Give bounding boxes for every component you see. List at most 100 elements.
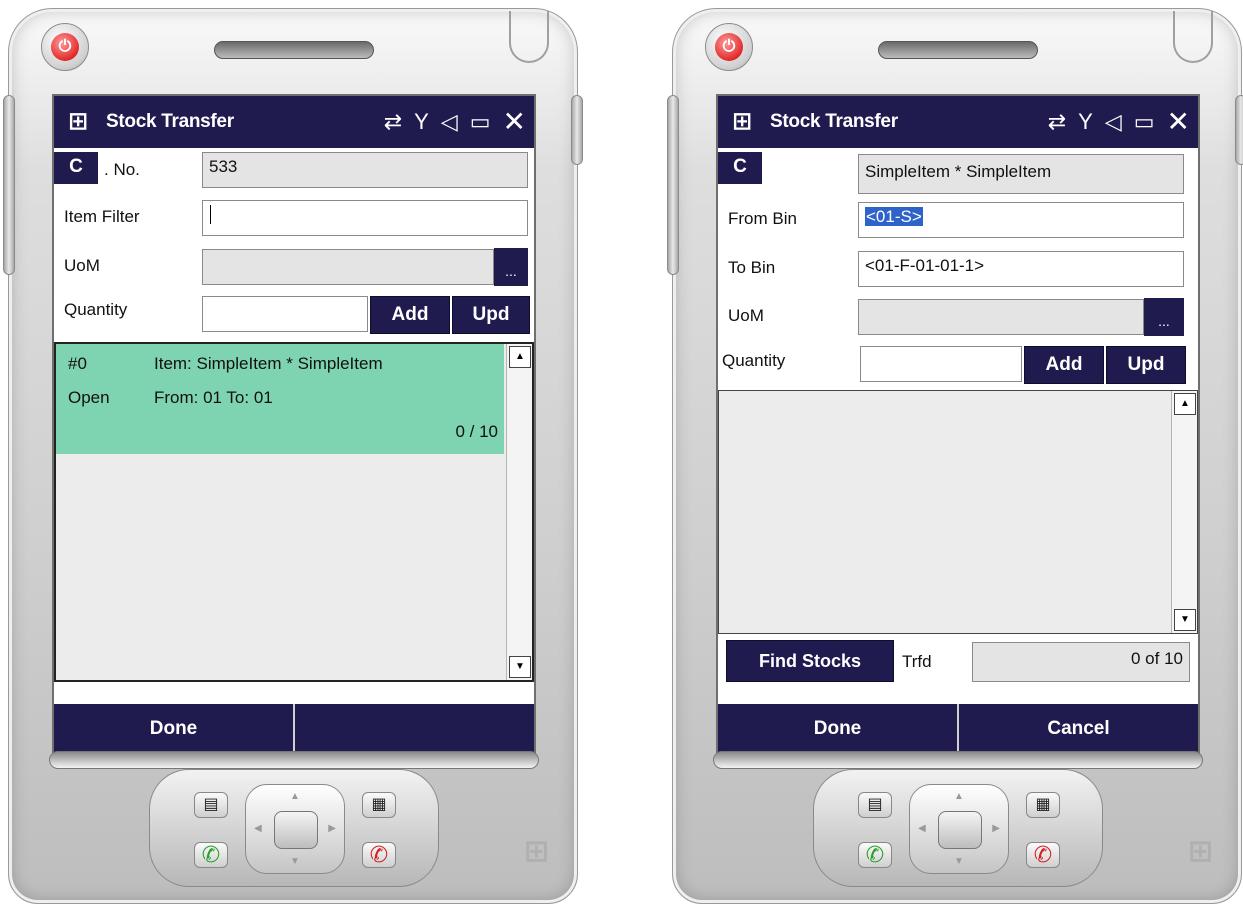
side-button[interactable] [3, 95, 15, 275]
battery-icon[interactable]: ▭ [1134, 110, 1155, 134]
dpad-center-button[interactable] [274, 811, 318, 849]
windows-logo-icon: ⊞ [523, 835, 549, 868]
windows-logo-icon: ⊞ [1187, 835, 1213, 868]
c-button[interactable]: C [54, 152, 98, 184]
to-bin-input[interactable]: <01-F-01-01-1> [858, 251, 1184, 287]
cancel-softkey[interactable]: Cancel [957, 704, 1198, 754]
power-button[interactable]: ⏻ [705, 23, 753, 71]
done-softkey[interactable]: Done [54, 704, 293, 754]
c-button[interactable]: C [718, 152, 762, 184]
dpad-left-icon[interactable]: ◀ [254, 823, 262, 834]
app-title: Stock Transfer [106, 111, 234, 132]
speaker-grille [214, 41, 374, 59]
quantity-input[interactable] [860, 346, 1022, 382]
list-item-name: Item: SimpleItem * SimpleItem [154, 354, 383, 373]
dpad[interactable]: ▲ ▼ ◀ ▶ [909, 784, 1009, 874]
call-key-icon[interactable]: ✆ [194, 842, 228, 868]
dpad-right-icon[interactable]: ▶ [328, 823, 336, 834]
signal-off-icon[interactable]: Y [414, 110, 429, 134]
call-key-icon[interactable]: ✆ [858, 842, 892, 868]
side-button[interactable] [667, 95, 679, 275]
trfd-label: Trfd [902, 652, 932, 671]
dpad-down-icon[interactable]: ▼ [954, 856, 964, 867]
volume-icon[interactable]: ◁ [441, 110, 458, 134]
title-bar: ⊞ Stock Transfer ⇄ Y ◁ ▭ ✕ [718, 96, 1198, 148]
speaker-grille [878, 41, 1038, 59]
screen-ledge [713, 751, 1203, 769]
volume-icon[interactable]: ◁ [1105, 110, 1122, 134]
doc-no-label: . No. [104, 160, 140, 179]
hardware-keypad: ▤ ▦ ✆ ✆ ▲ ▼ ◀ ▶ [149, 769, 439, 887]
screen: ⊞ Stock Transfer ⇄ Y ◁ ▭ ✕ C SimpleItem … [716, 94, 1200, 756]
windows-start-icon[interactable]: ⊞ [728, 108, 756, 136]
quantity-label: Quantity [722, 351, 786, 370]
scroll-up-icon[interactable]: ▲ [1174, 393, 1196, 415]
dpad-up-icon[interactable]: ▲ [954, 791, 964, 802]
quantity-input[interactable] [202, 296, 368, 332]
uom-label: UoM [64, 256, 100, 275]
done-softkey[interactable]: Done [718, 704, 957, 754]
title-bar: ⊞ Stock Transfer ⇄ Y ◁ ▭ ✕ [54, 96, 534, 148]
list-item-status: Open [68, 388, 110, 407]
contacts-key-icon[interactable]: ▤ [858, 792, 892, 818]
close-icon[interactable]: ✕ [1167, 108, 1190, 136]
add-button[interactable]: Add [370, 296, 450, 334]
end-call-key-icon[interactable]: ✆ [362, 842, 396, 868]
from-bin-input[interactable]: <01-S> [858, 202, 1184, 238]
power-button[interactable]: ⏻ [41, 23, 89, 71]
uom-field [858, 299, 1144, 335]
to-bin-label: To Bin [728, 258, 776, 277]
sync-icon[interactable]: ⇄ [384, 110, 402, 134]
calendar-key-icon[interactable]: ▦ [1026, 792, 1060, 818]
scroll-up-icon[interactable]: ▲ [509, 346, 531, 368]
list-item[interactable]: #0 Item: SimpleItem * SimpleItem Open Fr… [56, 344, 504, 454]
scrollbar[interactable]: ▲ ▼ [506, 344, 532, 680]
side-button[interactable] [1235, 95, 1243, 165]
status-icons: ⇄ Y ◁ ▭ ✕ [384, 108, 526, 136]
dpad-up-icon[interactable]: ▲ [290, 791, 300, 802]
side-button[interactable] [571, 95, 583, 165]
upd-button[interactable]: Upd [452, 296, 530, 334]
end-call-key-icon[interactable]: ✆ [1026, 842, 1060, 868]
device-right: ⏻ ⊞ Stock Transfer ⇄ Y ◁ ▭ ✕ C SimpleIte… [667, 8, 1243, 904]
add-button[interactable]: Add [1024, 346, 1104, 384]
item-filter-input[interactable] [202, 200, 528, 236]
dpad-right-icon[interactable]: ▶ [992, 823, 1000, 834]
screen: ⊞ Stock Transfer ⇄ Y ◁ ▭ ✕ C . No. 533 I… [52, 94, 536, 756]
doc-no-field: 533 [202, 152, 528, 188]
transfer-list[interactable]: ▲ ▼ [718, 390, 1198, 634]
dpad-center-button[interactable] [938, 811, 982, 849]
softkey-bar: Done Cancel [718, 704, 1198, 754]
windows-start-icon[interactable]: ⊞ [64, 108, 92, 136]
from-bin-selected-text: <01-S> [865, 207, 923, 226]
uom-field [202, 249, 494, 285]
find-stocks-button[interactable]: Find Stocks [726, 640, 894, 682]
calendar-key-icon[interactable]: ▦ [362, 792, 396, 818]
battery-icon[interactable]: ▭ [470, 110, 491, 134]
scroll-down-icon[interactable]: ▼ [1174, 609, 1196, 631]
transfer-list[interactable]: #0 Item: SimpleItem * SimpleItem Open Fr… [54, 342, 534, 682]
app-title: Stock Transfer [770, 111, 898, 132]
uom-browse-button[interactable]: ... [494, 248, 528, 286]
dpad-left-icon[interactable]: ◀ [918, 823, 926, 834]
item-field: SimpleItem * SimpleItem [858, 154, 1184, 194]
dpad[interactable]: ▲ ▼ ◀ ▶ [245, 784, 345, 874]
power-icon: ⏻ [51, 33, 79, 61]
screen-ledge [49, 751, 539, 769]
uom-browse-button[interactable]: ... [1144, 298, 1184, 336]
hardware-keypad: ▤ ▦ ✆ ✆ ▲ ▼ ◀ ▶ [813, 769, 1103, 887]
upd-button[interactable]: Upd [1106, 346, 1186, 384]
status-icons: ⇄ Y ◁ ▭ ✕ [1048, 108, 1190, 136]
from-bin-label: From Bin [728, 209, 797, 228]
dpad-down-icon[interactable]: ▼ [290, 856, 300, 867]
close-icon[interactable]: ✕ [503, 108, 526, 136]
sync-icon[interactable]: ⇄ [1048, 110, 1066, 134]
contacts-key-icon[interactable]: ▤ [194, 792, 228, 818]
scroll-down-icon[interactable]: ▼ [509, 656, 531, 678]
scrollbar[interactable]: ▲ ▼ [1171, 391, 1197, 633]
device-left: ⏻ ⊞ Stock Transfer ⇄ Y ◁ ▭ ✕ C . No. 533… [3, 8, 583, 904]
stylus-slot [1173, 11, 1213, 63]
right-softkey[interactable] [293, 704, 534, 754]
stylus-slot [509, 11, 549, 63]
signal-off-icon[interactable]: Y [1078, 110, 1093, 134]
